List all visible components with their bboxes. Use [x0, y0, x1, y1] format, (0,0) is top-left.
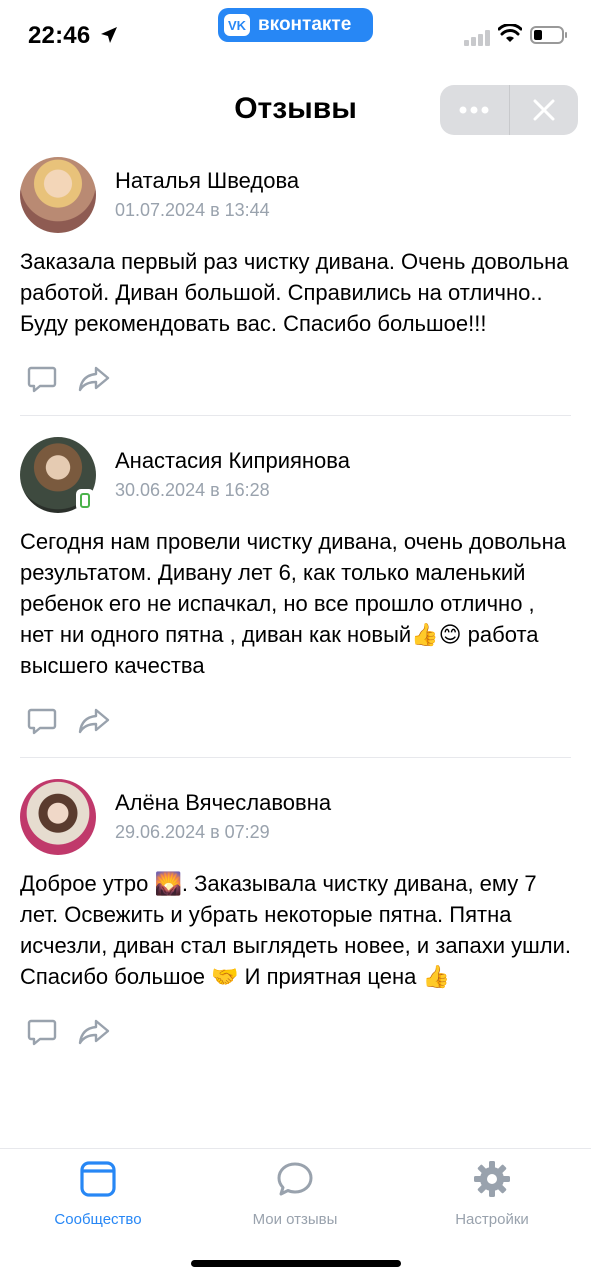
review-date: 01.07.2024 в 13:44 — [115, 200, 270, 220]
comment-icon — [27, 708, 57, 735]
review-text: Доброе утро 🌄. Заказывала чистку дивана,… — [20, 871, 578, 989]
comment-button[interactable] — [24, 703, 60, 739]
page-header: Отзывы — [0, 72, 591, 148]
review-author[interactable]: Анастасия Киприянова — [115, 447, 350, 475]
more-horizontal-icon — [459, 106, 489, 114]
share-icon — [78, 708, 110, 734]
tab-settings[interactable]: Настройки — [394, 1159, 590, 1228]
status-time: 22:46 — [28, 22, 91, 49]
share-button[interactable] — [76, 703, 112, 739]
review-item: Наталья Шведова 01.07.2024 в 13:44 Заказ… — [0, 150, 591, 416]
share-button[interactable] — [76, 1014, 112, 1050]
review-text: Заказала первый раз чистку дивана. Очень… — [20, 249, 575, 336]
review-item: Алёна Вячеславовна 29.06.2024 в 07:29 До… — [0, 772, 591, 1054]
share-icon — [78, 1019, 110, 1045]
avatar[interactable] — [20, 157, 96, 233]
review-header: Анастасия Киприянова 30.06.2024 в 16:28 — [20, 430, 571, 520]
review-author[interactable]: Наталья Шведова — [115, 167, 299, 195]
gear-icon — [474, 1161, 510, 1197]
battery-icon — [530, 26, 567, 44]
review-meta: Алёна Вячеславовна 29.06.2024 в 07:29 — [115, 789, 331, 845]
signal-icon — [464, 30, 490, 46]
comment-icon — [27, 1019, 57, 1046]
tab-my-reviews[interactable]: Мои отзывы — [197, 1159, 393, 1228]
more-button[interactable] — [440, 85, 509, 135]
tab-label: Мои отзывы — [252, 1211, 338, 1228]
home-indicator[interactable] — [191, 1260, 401, 1267]
review-actions — [20, 357, 571, 401]
wifi-icon — [498, 24, 522, 42]
comment-button[interactable] — [24, 361, 60, 397]
status-bar: 22:46 VK вконтакте — [0, 0, 591, 72]
comment-button[interactable] — [24, 1014, 60, 1050]
avatar[interactable] — [20, 779, 96, 855]
tab-label: Настройки — [455, 1211, 529, 1228]
review-text: Сегодня нам провели чистку дивана, очень… — [20, 529, 573, 678]
share-icon — [78, 366, 110, 392]
review-separator — [20, 757, 571, 758]
share-button[interactable] — [76, 361, 112, 397]
location-arrow-icon — [101, 27, 117, 43]
review-item: Анастасия Киприянова 30.06.2024 в 16:28 … — [0, 430, 591, 758]
close-button[interactable] — [510, 85, 579, 135]
community-icon — [80, 1161, 116, 1197]
review-author[interactable]: Алёна Вячеславовна — [115, 789, 331, 817]
review-date: 29.06.2024 в 07:29 — [115, 822, 270, 842]
review-date: 30.06.2024 в 16:28 — [115, 480, 270, 500]
review-actions — [20, 699, 571, 743]
review-separator — [20, 415, 571, 416]
review-actions — [20, 1010, 571, 1054]
review-header: Алёна Вячеславовна 29.06.2024 в 07:29 — [20, 772, 571, 862]
vk-logo-icon: VK — [224, 14, 250, 36]
online-mobile-badge — [76, 489, 94, 511]
mini-app-controls — [440, 85, 578, 135]
avatar[interactable] — [20, 437, 96, 513]
review-header: Наталья Шведова 01.07.2024 в 13:44 — [20, 150, 571, 240]
close-icon — [533, 99, 555, 121]
vk-app-badge[interactable]: VK вконтакте — [218, 8, 373, 42]
chat-bubble-icon — [277, 1162, 313, 1196]
tab-community[interactable]: Сообщество — [0, 1159, 196, 1228]
reviews-list: Наталья Шведова 01.07.2024 в 13:44 Заказ… — [0, 150, 591, 1054]
tab-label: Сообщество — [54, 1211, 142, 1228]
vk-badge-label: вконтакте — [258, 14, 352, 35]
comment-icon — [27, 366, 57, 393]
review-meta: Наталья Шведова 01.07.2024 в 13:44 — [115, 167, 299, 223]
review-meta: Анастасия Киприянова 30.06.2024 в 16:28 — [115, 447, 350, 503]
